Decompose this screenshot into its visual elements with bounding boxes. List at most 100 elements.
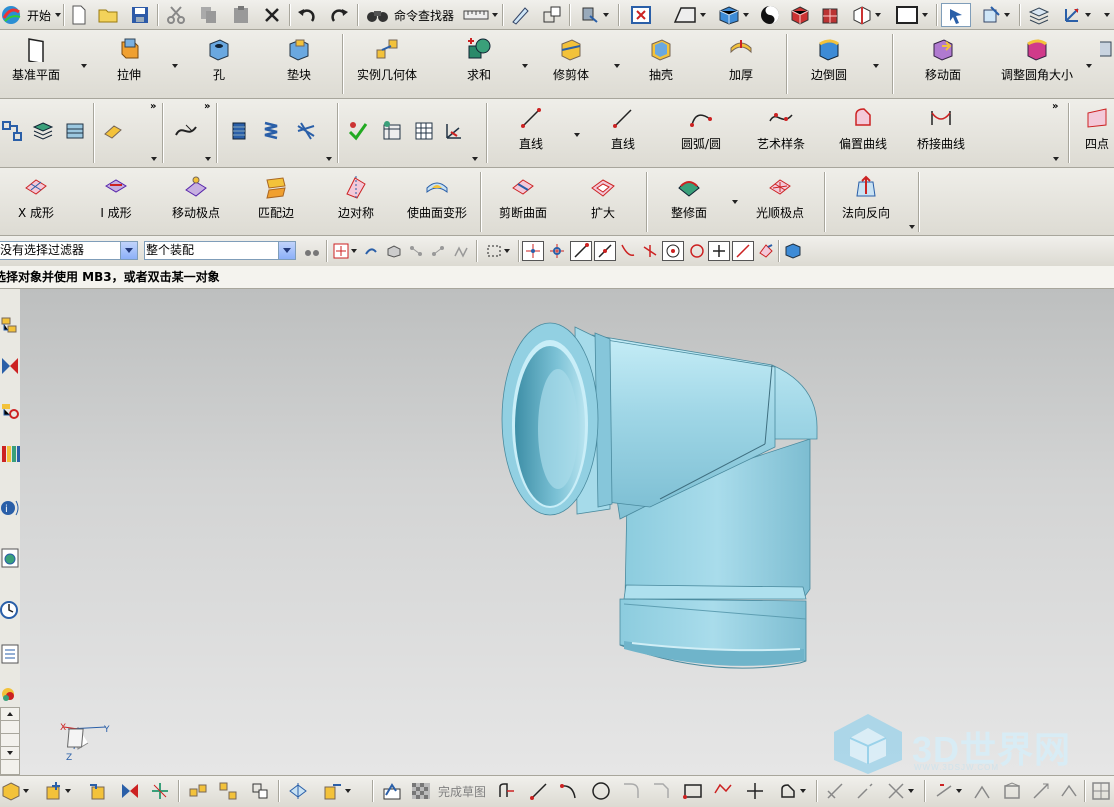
- extrude-button[interactable]: 拉伸: [98, 36, 160, 88]
- wire-mesh-button[interactable]: [292, 119, 320, 143]
- snap-control-point-button[interactable]: [546, 239, 568, 263]
- select-component-button[interactable]: [782, 239, 804, 263]
- web-browser-tab[interactable]: [0, 543, 20, 573]
- divide-face-button[interactable]: 剪断曲面: [490, 174, 556, 226]
- alternate-solution-button[interactable]: [1056, 779, 1082, 803]
- sketch-offset-button[interactable]: [772, 779, 812, 803]
- scroll-down-arrow-icon[interactable]: [1, 747, 19, 760]
- add-component-button[interactable]: [36, 779, 78, 803]
- bridge-curve-button[interactable]: 桥接曲线: [906, 105, 976, 157]
- select-chain-button[interactable]: [450, 239, 472, 263]
- normal-reverse-button[interactable]: 法向反向: [832, 174, 900, 226]
- select-tangent-button[interactable]: [428, 239, 448, 263]
- selection-mode-button[interactable]: [941, 3, 971, 27]
- datum-plane-button[interactable]: 基准平面: [4, 36, 68, 88]
- type-filter-select[interactable]: 没有选择过滤器: [0, 241, 138, 260]
- analysis-axis-button[interactable]: [440, 119, 468, 143]
- filter-options-button[interactable]: [302, 239, 322, 263]
- assembly-tree-button[interactable]: [0, 119, 24, 143]
- cylinder-button[interactable]: [226, 119, 252, 143]
- sketch-fillet-button[interactable]: [618, 779, 644, 803]
- pad-button[interactable]: 垫块: [268, 36, 330, 88]
- curve-edit-button[interactable]: [172, 119, 200, 143]
- snap-point-button[interactable]: [975, 3, 1015, 27]
- make-corner-button[interactable]: [880, 779, 920, 803]
- edit-section-button[interactable]: [786, 3, 814, 27]
- delete-button[interactable]: [260, 3, 284, 27]
- exploded-view-button[interactable]: [284, 779, 312, 803]
- sketch-point-button[interactable]: [742, 779, 768, 803]
- edge-symmetry-button[interactable]: 边对称: [322, 174, 390, 226]
- constraints-button[interactable]: [930, 779, 966, 803]
- wcs-button[interactable]: [1056, 3, 1096, 27]
- component-button[interactable]: [0, 779, 30, 803]
- auto-constrain-button[interactable]: [998, 779, 1026, 803]
- line-button[interactable]: 直线: [500, 105, 562, 157]
- show-degrees-button[interactable]: [146, 779, 174, 803]
- shadow-button[interactable]: [756, 3, 784, 27]
- constraint-navigator-tab[interactable]: [0, 351, 20, 381]
- move-component-button[interactable]: [84, 779, 112, 803]
- select-feature-button[interactable]: [406, 239, 426, 263]
- command-finder-button[interactable]: 命令查找器: [362, 3, 458, 27]
- quick-extend-button[interactable]: [852, 779, 878, 803]
- mirror-assembly-button[interactable]: [184, 779, 212, 803]
- perspective-button[interactable]: [668, 3, 710, 27]
- select-body-button[interactable]: [384, 239, 404, 263]
- spring-button[interactable]: [258, 119, 284, 143]
- general-selection-button[interactable]: [332, 239, 358, 263]
- scroll-up-arrow-icon[interactable]: [1, 708, 19, 721]
- undo-button[interactable]: [294, 3, 320, 27]
- deform-surface-button[interactable]: 使曲面变形: [400, 174, 474, 226]
- fit-view-button[interactable]: [626, 3, 656, 27]
- copy-button[interactable]: [196, 3, 222, 27]
- sequence-button[interactable]: [316, 779, 358, 803]
- assembly-navigator-tab[interactable]: [0, 311, 20, 341]
- move-object-button[interactable]: [574, 3, 614, 27]
- snap-existing-button[interactable]: [708, 241, 730, 261]
- redo-button[interactable]: [326, 3, 352, 27]
- snap-mid-point-button[interactable]: [594, 241, 616, 261]
- grid-table-button[interactable]: [410, 119, 438, 143]
- roles-tab[interactable]: [0, 679, 20, 709]
- four-point-button[interactable]: 四点: [1080, 105, 1114, 157]
- sketch-chamfer-button[interactable]: [648, 779, 674, 803]
- edge-blend-button[interactable]: 边倒圆: [796, 36, 862, 88]
- paste-button[interactable]: [228, 3, 254, 27]
- show-constraints-button[interactable]: [1028, 779, 1054, 803]
- feature-overflow-button[interactable]: [1100, 36, 1114, 88]
- elbow-pipe-part[interactable]: [501, 322, 818, 669]
- snap-arc-center-button[interactable]: [662, 241, 684, 261]
- ruler-button[interactable]: [460, 3, 500, 27]
- arc-circle-button[interactable]: 圆弧/圆: [670, 105, 732, 157]
- studio-spline-button[interactable]: 艺术样条: [746, 105, 816, 157]
- reuse-library-tab[interactable]: [0, 439, 20, 469]
- window-button[interactable]: [538, 3, 566, 27]
- profile-button[interactable]: [494, 779, 520, 803]
- hole-button[interactable]: 孔: [188, 36, 250, 88]
- graphics-window[interactable]: X Y Z 3D世界网 WWW.3DSJW.COM: [20, 289, 1114, 775]
- sketch-rectangle-button[interactable]: [680, 779, 706, 803]
- unite-button[interactable]: 求和: [450, 36, 508, 88]
- smooth-poles-button[interactable]: 光顺极点: [746, 174, 814, 226]
- match-edge-button[interactable]: 匹配边: [242, 174, 310, 226]
- snap-curve-point-button[interactable]: [618, 239, 638, 263]
- i-form-button[interactable]: I 成形: [82, 174, 150, 226]
- new-file-button[interactable]: [68, 3, 90, 27]
- snap-existing-point-button[interactable]: [522, 241, 544, 261]
- shell-button[interactable]: 抽壳: [630, 36, 692, 88]
- chevron-down-icon[interactable]: [120, 242, 137, 259]
- save-button[interactable]: [128, 3, 152, 27]
- toolbar-overflow-button[interactable]: [1100, 3, 1114, 27]
- sketch-settings-button[interactable]: [1088, 779, 1114, 803]
- refit-face-button[interactable]: 整修面: [656, 174, 722, 226]
- snap-point-on-face-button[interactable]: [756, 239, 776, 263]
- snap-view-button[interactable]: [506, 3, 534, 27]
- layer-button[interactable]: [1024, 3, 1054, 27]
- start-button[interactable]: 开始: [0, 3, 62, 27]
- replace-component-button[interactable]: [246, 779, 274, 803]
- sketch-line-button[interactable]: [526, 779, 552, 803]
- x-form-button[interactable]: X 成形: [2, 174, 70, 226]
- chevron-down-icon[interactable]: [278, 242, 295, 259]
- sketch-polygon-button[interactable]: [710, 779, 736, 803]
